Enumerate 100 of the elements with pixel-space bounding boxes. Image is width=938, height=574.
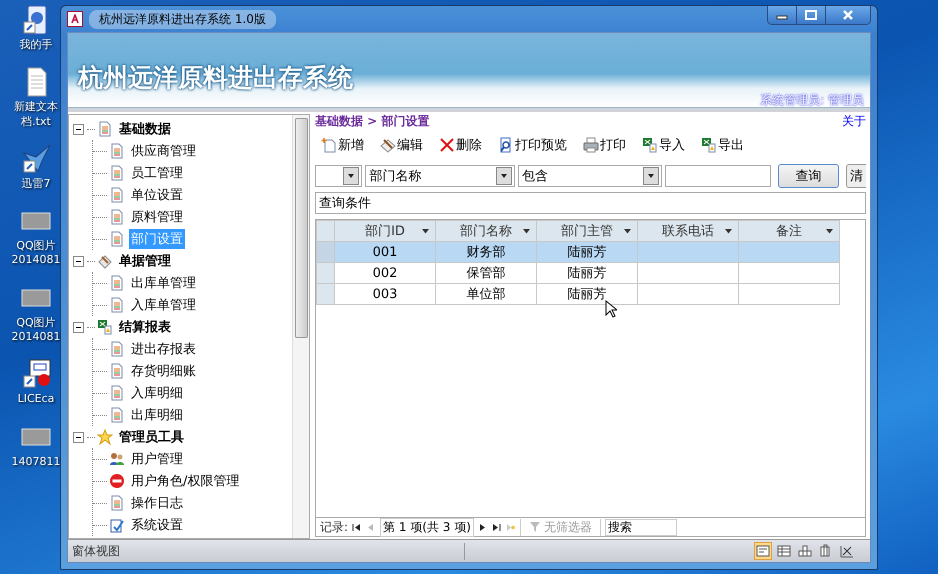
tree-item[interactable]: 出库单管理 <box>129 273 198 293</box>
column-header[interactable]: 部门主管 <box>536 220 638 242</box>
document-icon <box>109 385 125 401</box>
toolbar-button[interactable]: 删除 <box>439 136 482 154</box>
desktop-icon-label[interactable]: 迅雷7 <box>22 176 50 192</box>
view-icon <box>776 543 792 559</box>
column-header[interactable]: 备注 <box>738 220 840 242</box>
status-text: 窗体视图 <box>72 542 465 560</box>
tree-item[interactable]: 出库明细 <box>129 405 185 425</box>
maximize-button[interactable] <box>797 6 826 24</box>
record-position[interactable]: 第 1 项(共 3 项) <box>380 518 474 536</box>
toolbar-button[interactable]: 导出 <box>701 136 744 154</box>
search-value-field[interactable] <box>664 165 771 187</box>
query-button[interactable]: 查询 <box>778 164 840 188</box>
view-button[interactable] <box>754 542 772 560</box>
bird-icon <box>20 142 52 175</box>
search-field[interactable]: 搜索 <box>604 518 677 536</box>
tree-item[interactable]: 操作日志 <box>129 493 185 513</box>
toolbar-button[interactable]: 编辑 <box>380 136 423 154</box>
dropdown-caret-icon[interactable] <box>496 167 512 185</box>
table-cell: 陆丽芳 <box>536 262 638 284</box>
desktop-icon-label[interactable]: QQ图片 <box>16 239 56 254</box>
document-icon <box>109 275 125 291</box>
edit-icon <box>380 137 396 153</box>
query-condition-field[interactable]: 查询条件 <box>315 192 866 214</box>
collapse-toggle[interactable] <box>73 124 84 134</box>
previous-icon <box>366 522 376 532</box>
sort-caret-icon[interactable] <box>523 228 530 234</box>
desktop-icon-label[interactable]: 2014081 <box>12 253 60 268</box>
tree-item[interactable]: 入库明细 <box>129 383 185 403</box>
desktop-icon-label[interactable]: QQ图片 <box>16 316 56 330</box>
field-dropdown[interactable]: 部门名称 <box>365 165 516 187</box>
document-icon <box>97 121 113 137</box>
next-icon <box>478 522 487 532</box>
tree-item[interactable]: 入库单管理 <box>129 295 198 315</box>
tree-item[interactable]: 员工管理 <box>129 163 185 183</box>
maximize-icon <box>805 10 817 20</box>
breadcrumb: 基础数据 > 部门设置 <box>315 112 430 130</box>
last-record-button[interactable] <box>492 522 502 532</box>
tree-item[interactable]: 原料管理 <box>129 207 185 227</box>
sort-caret-icon[interactable] <box>422 228 429 234</box>
collapse-toggle[interactable] <box>73 432 84 442</box>
document-icon <box>109 341 125 357</box>
tree-item[interactable]: 供应商管理 <box>129 141 198 161</box>
about-link[interactable]: 关于 <box>842 112 866 130</box>
column-header[interactable]: 部门ID <box>334 220 436 242</box>
scrollbar[interactable] <box>292 115 309 538</box>
document-icon <box>109 297 125 313</box>
users-icon <box>109 451 125 467</box>
view-icon <box>797 543 813 559</box>
tree-item[interactable]: 单位设置 <box>129 185 185 205</box>
column-header[interactable]: 联系电话 <box>638 220 738 242</box>
collapse-toggle[interactable] <box>73 322 84 332</box>
table-cell: 保管部 <box>436 262 536 284</box>
column-header[interactable]: 部门名称 <box>436 220 536 242</box>
document-icon <box>109 165 125 181</box>
document-icon <box>109 363 125 379</box>
document-icon <box>109 231 125 247</box>
desktop-icon-label[interactable]: 1407811 <box>12 454 60 469</box>
tree-item[interactable]: 系统设置 <box>129 515 185 535</box>
operator-dropdown[interactable]: 包含 <box>518 165 662 187</box>
banner-title: 杭州远洋原料进出存系统 <box>78 62 354 94</box>
toolbar-button[interactable]: 打印 <box>583 136 626 154</box>
desktop-icon-label[interactable]: 我的手 <box>20 38 52 52</box>
spreadsheet-icon <box>642 137 658 153</box>
table-cell: 单位部 <box>436 284 536 304</box>
toolbar-button[interactable]: 新增 <box>321 136 364 154</box>
collapse-toggle[interactable] <box>73 256 84 266</box>
sort-caret-icon[interactable] <box>725 228 732 234</box>
tree-group[interactable]: 基础数据 <box>117 119 173 139</box>
tree-item[interactable]: 进出存报表 <box>129 339 198 359</box>
document-icon <box>109 209 125 225</box>
sort-caret-icon[interactable] <box>826 228 833 234</box>
tree-item[interactable]: 存货明细账 <box>129 361 198 381</box>
table-cell: 财务部 <box>436 242 536 262</box>
toolbar-button[interactable]: 打印预览 <box>498 136 567 154</box>
desktop-icon-label[interactable]: LICEca <box>18 392 54 407</box>
sort-caret-icon[interactable] <box>624 228 631 234</box>
table-cell: 002 <box>334 262 436 284</box>
view-icon <box>755 543 771 559</box>
tree-item[interactable]: 用户角色/权限管理 <box>129 471 242 491</box>
first-record-button[interactable] <box>352 522 362 532</box>
tree-group[interactable]: 单据管理 <box>117 251 173 271</box>
minimize-button[interactable] <box>768 6 797 24</box>
app-logo-icon <box>67 11 83 27</box>
document-icon <box>109 495 125 511</box>
tree-group[interactable]: 管理员工具 <box>117 427 186 447</box>
desktop-icon-label[interactable]: 2014081 <box>12 330 60 344</box>
dropdown-caret-icon[interactable] <box>343 167 360 185</box>
star-icon <box>97 429 113 445</box>
dropdown-caret-icon[interactable] <box>642 167 659 185</box>
tree-group[interactable]: 结算报表 <box>117 317 173 337</box>
clear-button[interactable]: 清 <box>846 164 866 188</box>
toolbar-button[interactable]: 导入 <box>642 136 685 154</box>
close-button[interactable] <box>826 6 870 24</box>
desktop-icon-label[interactable]: 档.txt <box>21 114 51 129</box>
mouse-cursor-icon <box>605 300 617 318</box>
desktop-icon-label[interactable]: 新建文本 <box>14 100 58 115</box>
no-entry-icon <box>109 473 125 489</box>
tree-item[interactable]: 用户管理 <box>129 449 185 469</box>
